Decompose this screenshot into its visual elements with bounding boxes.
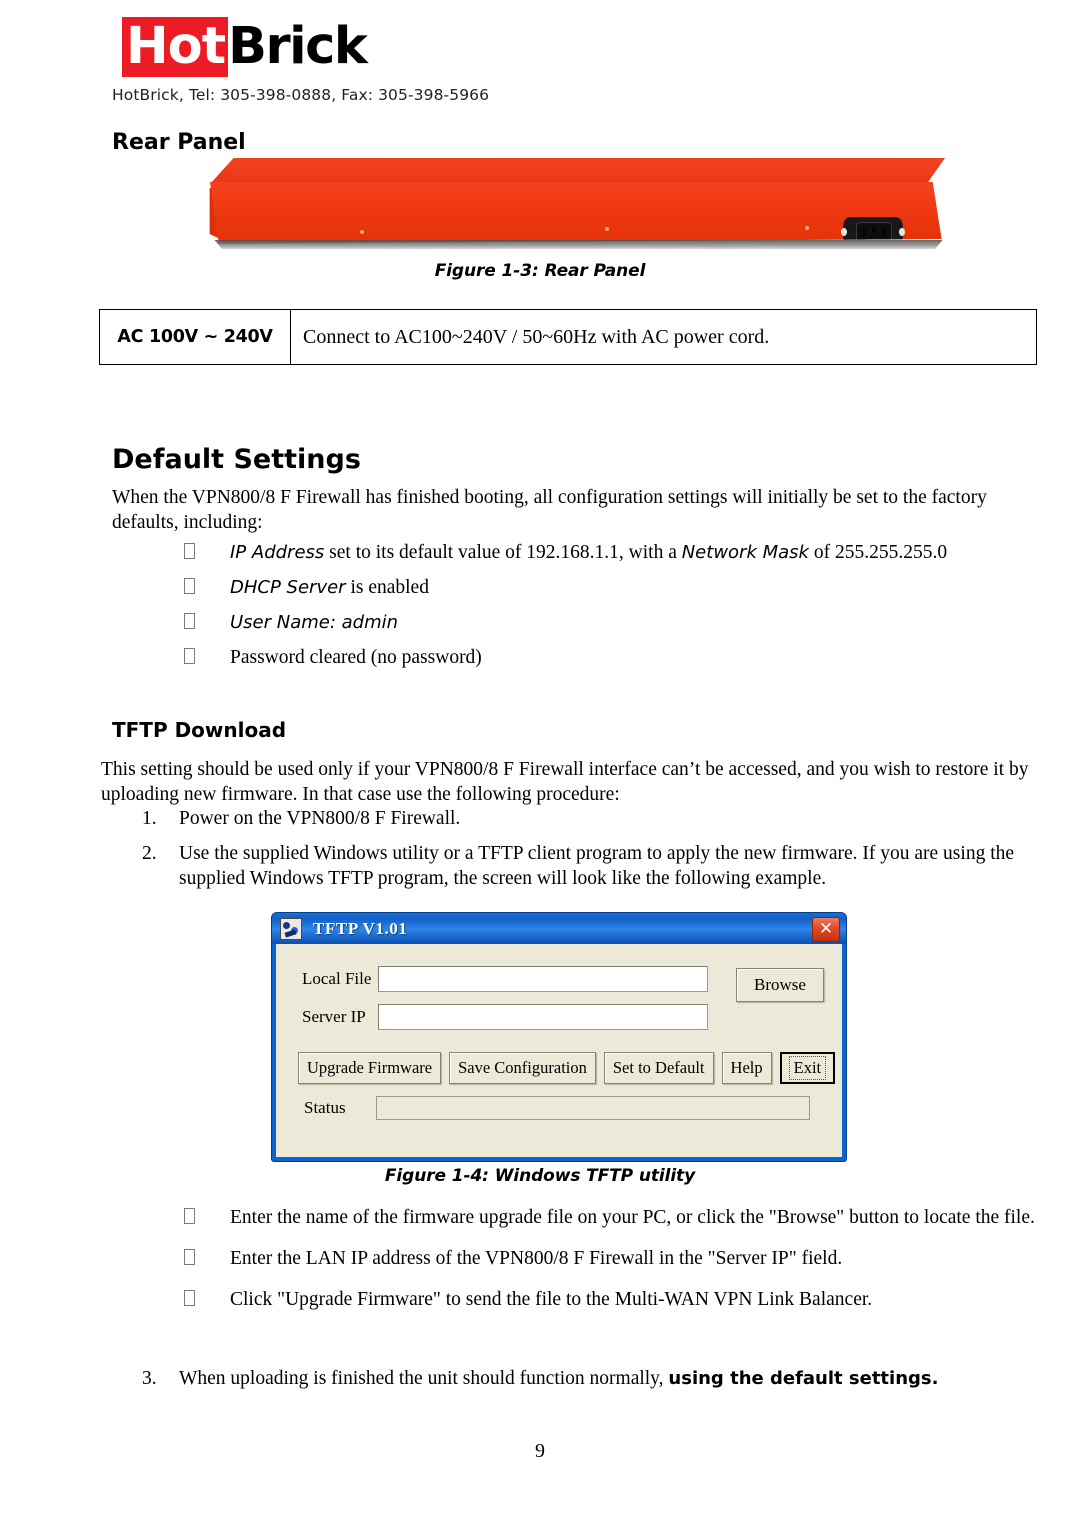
numbered-step: 1. Power on the VPN800/8 F Firewall. — [137, 806, 1037, 831]
ac-socket-pin — [862, 229, 866, 236]
status-row: Status — [294, 1096, 824, 1120]
tftp-window-titlebar[interactable]: TFTP V1.01 ✕ — [272, 913, 846, 944]
spec-table-description-cell: Connect to AC100~240V / 50~60Hz with AC … — [303, 325, 770, 348]
list-item-text: Click "Upgrade Firmware" to send the fil… — [230, 1289, 873, 1310]
device-front-face — [210, 182, 942, 244]
tftp-download-intro-paragraph: This setting should be used only if your… — [101, 759, 1029, 805]
company-contact-line: HotBrick, Tel: 305-398-0888, Fax: 305-39… — [112, 86, 490, 104]
bullet-box-icon — [184, 575, 230, 600]
list-item-text: DHCP Server is enabled — [230, 575, 1054, 600]
status-label: Status — [304, 1098, 346, 1117]
step-number: 1. — [142, 808, 157, 829]
bullet-tail: of 255.255.255.0 — [808, 542, 948, 563]
set-to-default-button[interactable]: Set to Default — [603, 1052, 714, 1084]
help-button[interactable]: Help — [721, 1052, 772, 1084]
list-item: Enter the LAN IP address of the VPN800/8… — [184, 1246, 1054, 1271]
tftp-utility-window: TFTP V1.01 ✕ Local File Server IP Browse… — [271, 912, 847, 1162]
bullet-italic-mid: Network Mask — [681, 542, 809, 563]
local-file-label: Local File — [302, 969, 372, 988]
exit-button[interactable]: Exit — [779, 1052, 836, 1084]
rear-panel-device-photo — [186, 158, 960, 254]
list-item-text: IP Address set to its default value of 1… — [230, 540, 1054, 565]
step-text: Use the supplied Windows utility or a TF… — [179, 843, 1015, 889]
list-item-text: Enter the name of the firmware upgrade f… — [230, 1207, 1035, 1228]
bullet-box-icon — [184, 645, 230, 670]
step-number: 3. — [142, 1368, 157, 1389]
numbered-step: 3. When uploading is finished the unit s… — [137, 1366, 1042, 1391]
bullet-body: is enabled — [345, 577, 429, 598]
device-screw-icon — [360, 230, 364, 234]
default-settings-bullet-list: IP Address set to its default value of 1… — [184, 540, 1054, 680]
step-text: Power on the VPN800/8 F Firewall. — [179, 808, 461, 829]
bullet-box-icon — [184, 1205, 230, 1230]
numbered-step: 2. Use the supplied Windows utility or a… — [137, 841, 1042, 891]
bullet-box-icon — [184, 1246, 230, 1271]
list-item-text: Password cleared (no password) — [230, 647, 482, 668]
page-number: 9 — [535, 1440, 545, 1462]
spec-table-label-cell: AC 100V ~ 240V — [100, 310, 291, 364]
default-settings-intro-paragraph: When the VPN800/8 F Firewall has finishe… — [112, 487, 987, 533]
exit-button-label: Exit — [788, 1056, 827, 1080]
device-screw-icon — [805, 226, 809, 230]
list-item: Click "Upgrade Firmware" to send the fil… — [184, 1287, 1054, 1312]
server-ip-input[interactable] — [378, 1004, 708, 1030]
list-item: DHCP Server is enabled — [184, 575, 1054, 600]
browse-button[interactable]: Browse — [736, 968, 824, 1002]
default-settings-heading: Default Settings — [112, 444, 361, 475]
save-configuration-button[interactable]: Save Configuration — [449, 1052, 596, 1084]
ac-socket-pin — [872, 226, 876, 233]
step-text: When uploading is finished the unit shou… — [179, 1366, 1042, 1391]
logo-hot-text: Hot — [122, 17, 229, 77]
server-ip-row: Server IP — [294, 1004, 824, 1030]
figure-1-4-caption: Figure 1-4: Windows TFTP utility — [384, 1166, 696, 1186]
list-item: Password cleared (no password) — [184, 645, 1054, 670]
list-item: Enter the name of the firmware upgrade f… — [184, 1205, 1054, 1230]
bullet-box-icon — [184, 610, 230, 635]
list-item-text: User Name: admin — [230, 610, 1054, 635]
logo-brick-text: Brick — [228, 17, 368, 76]
ac-socket-pin — [882, 229, 886, 236]
upgrade-firmware-button[interactable]: Upgrade Firmware — [298, 1052, 442, 1084]
list-item: IP Address set to its default value of 1… — [184, 540, 1054, 565]
status-field — [376, 1096, 810, 1120]
server-ip-label: Server IP — [302, 1007, 366, 1026]
document-page: Hot Brick HotBrick, Tel: 305-398-0888, Fa… — [0, 0, 1080, 1528]
power-spec-table: AC 100V ~ 240V Connect to AC100~240V / 5… — [99, 309, 1037, 365]
tftp-window-body: Local File Server IP Browse Upgrade Firm… — [276, 944, 842, 1157]
hotbrick-logo: Hot Brick — [122, 16, 368, 78]
bullet-body: set to its default value of 192.168.1.1,… — [324, 542, 682, 563]
bullet-box-icon — [184, 1287, 230, 1312]
list-item-text: Enter the LAN IP address of the VPN800/8… — [230, 1248, 843, 1269]
browse-button-wrap: Browse — [722, 968, 824, 1002]
tftp-download-heading: TFTP Download — [112, 718, 287, 742]
rear-panel-heading: Rear Panel — [112, 130, 246, 155]
tftp-button-row: Upgrade Firmware Save Configuration Set … — [294, 1052, 836, 1084]
tftp-window-title: TFTP V1.01 — [313, 918, 408, 938]
list-item: User Name: admin — [184, 610, 1054, 635]
bullet-italic-lead: DHCP Server — [230, 577, 346, 598]
step-3-bold-tail: using the default settings. — [668, 1368, 939, 1389]
local-file-input[interactable] — [378, 966, 708, 992]
device-screw-icon — [605, 227, 609, 231]
tftp-app-icon — [280, 917, 302, 940]
bullet-italic-lead: User Name: admin — [230, 612, 399, 633]
close-icon[interactable]: ✕ — [812, 917, 840, 942]
bullet-italic-lead: IP Address — [230, 542, 325, 563]
step-number: 2. — [142, 843, 157, 864]
device-top-face — [210, 158, 945, 184]
device-base-shadow — [214, 240, 943, 249]
step-3-body: When uploading is finished the unit shou… — [179, 1368, 669, 1389]
tftp-instructions-bullet-list: Enter the name of the firmware upgrade f… — [184, 1205, 1054, 1328]
figure-1-3-caption: Figure 1-3: Rear Panel — [434, 261, 646, 281]
bullet-box-icon — [184, 540, 230, 565]
